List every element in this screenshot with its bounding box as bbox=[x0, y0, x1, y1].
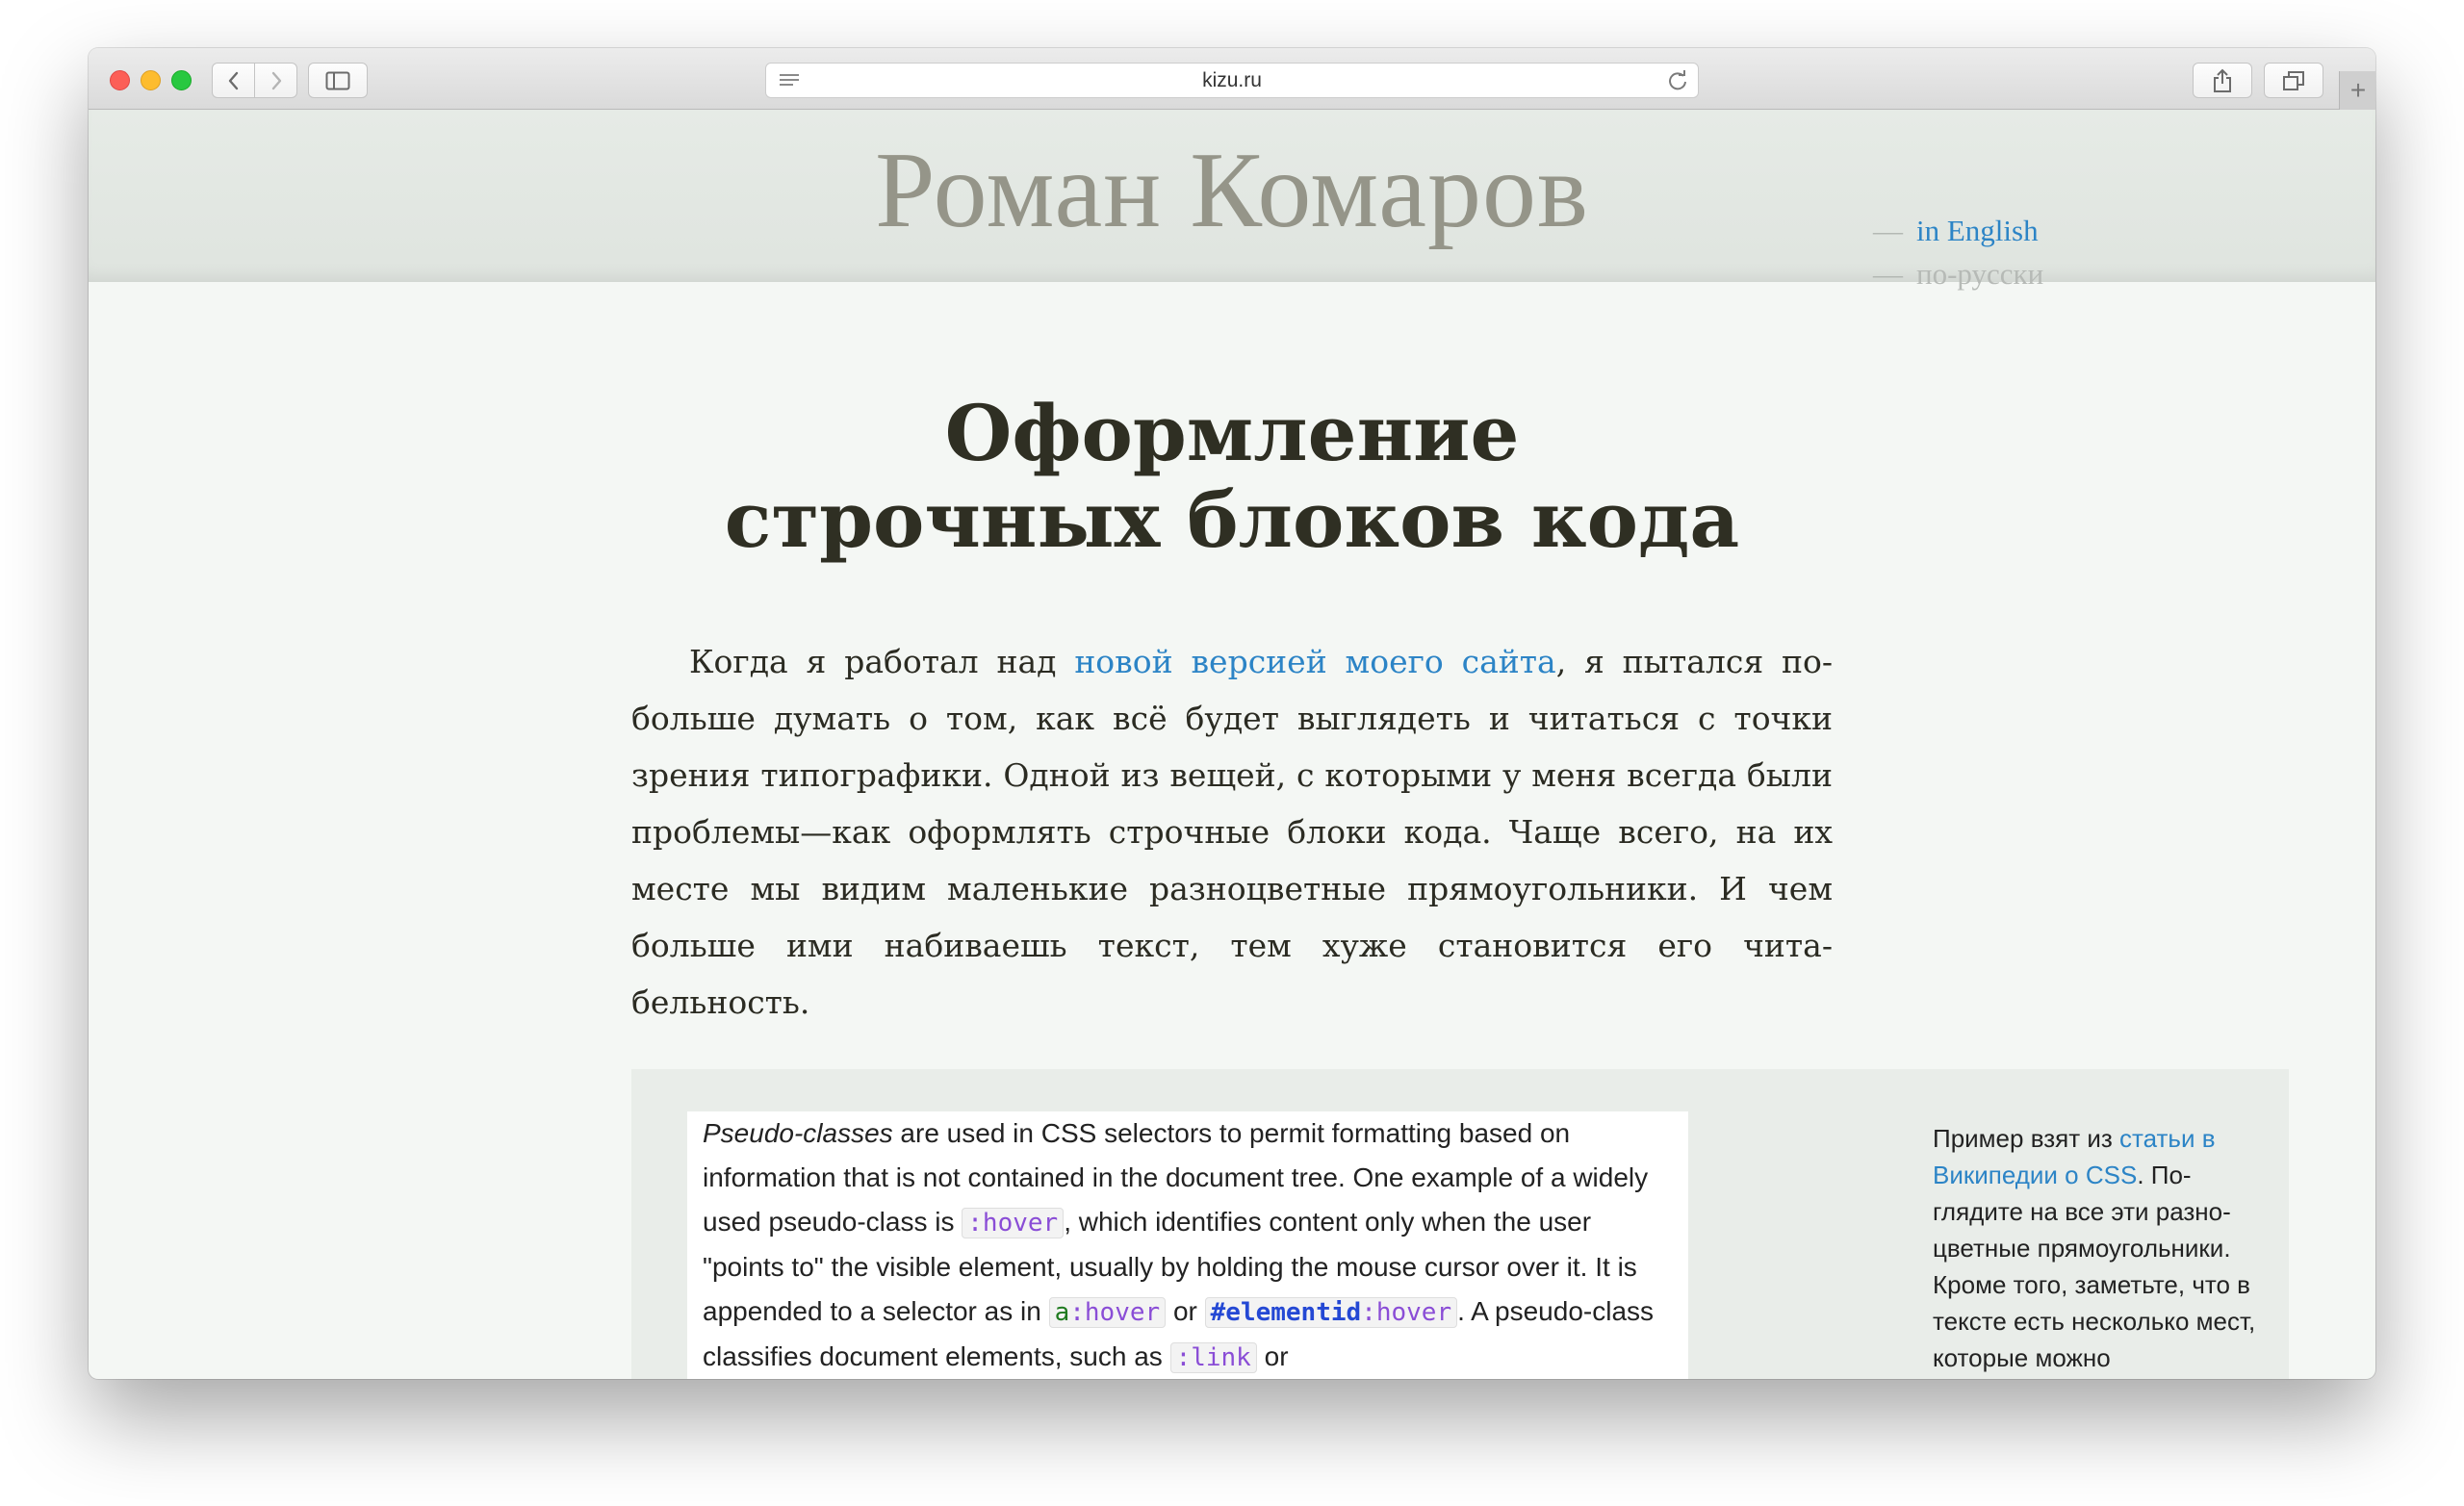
chevron-right-icon bbox=[271, 71, 281, 89]
lang-switch-russian: — по-русски bbox=[1873, 257, 2043, 292]
lang-dash: — bbox=[1873, 214, 1903, 247]
share-button[interactable] bbox=[2193, 63, 2252, 98]
tab-overview-button[interactable] bbox=[2264, 63, 2323, 98]
code-link: :link bbox=[1169, 1342, 1257, 1373]
aside-note: Пример взят из статьи в Википедии о CSS.… bbox=[1933, 1120, 2260, 1376]
lang-english-link[interactable]: in English bbox=[1916, 214, 2039, 247]
url-text: kizu.ru bbox=[1202, 68, 1262, 91]
zoom-window-button[interactable] bbox=[171, 70, 192, 90]
address-bar[interactable]: kizu.ru bbox=[765, 63, 1699, 98]
close-window-button[interactable] bbox=[110, 70, 130, 90]
example-block: Pseudo-classes are used in CSS selectors… bbox=[631, 1069, 2289, 1379]
intro-text-start: Когда я работал над bbox=[689, 643, 1075, 680]
chevron-left-icon bbox=[228, 71, 238, 89]
reload-icon[interactable] bbox=[1667, 70, 1688, 91]
code-a: a bbox=[1054, 1298, 1070, 1327]
back-button[interactable] bbox=[212, 63, 255, 98]
code-hover: :hover bbox=[962, 1208, 1065, 1238]
forward-button[interactable] bbox=[254, 63, 297, 98]
example-text-5: or bbox=[1256, 1341, 1289, 1371]
browser-window: kizu.ru + Роман Комаров — in English — по-… bbox=[89, 48, 2375, 1379]
tabs-icon bbox=[2283, 70, 2304, 90]
example-em: Pseudo-classes bbox=[703, 1118, 893, 1148]
code-elementid-hover: #elementid:hover bbox=[1204, 1297, 1458, 1328]
plus-icon: + bbox=[2349, 75, 2367, 105]
intro-paragraph: Когда я работал над новой версией моего … bbox=[631, 633, 1833, 1031]
example-text: Pseudo-classes are used in CSS selectors… bbox=[703, 1111, 1675, 1379]
new-site-version-link[interactable]: новой версией моего сайта bbox=[1074, 643, 1555, 680]
article-title: Оформление строчных блоков кода bbox=[89, 390, 2375, 563]
intro-text-rest: , я пытался по-больше думать о том, как … bbox=[631, 643, 1833, 1021]
share-icon bbox=[2214, 68, 2231, 92]
aside-text-start: Пример взят из bbox=[1933, 1124, 2120, 1153]
code-a-hover: a:hover bbox=[1048, 1297, 1167, 1328]
code-a-pseudo: :hover bbox=[1069, 1298, 1161, 1327]
example-screenshot: Pseudo-classes are used in CSS selectors… bbox=[687, 1111, 1688, 1379]
lang-dash: — bbox=[1873, 257, 1903, 291]
sidebar-icon bbox=[325, 71, 350, 89]
code-elementid: #elementid bbox=[1210, 1298, 1362, 1327]
code-elementid-pseudo: :hover bbox=[1361, 1298, 1452, 1327]
article-title-line-1: Оформление bbox=[944, 388, 1520, 478]
example-text-3: or bbox=[1166, 1296, 1205, 1326]
lang-russian-current: по-русски bbox=[1916, 257, 2044, 291]
site-header: Роман Комаров — in English — по-русски bbox=[89, 110, 2375, 291]
article-title-line-2: строчных блоков кода bbox=[724, 474, 1740, 565]
new-tab-button[interactable]: + bbox=[2339, 71, 2375, 110]
browser-toolbar: kizu.ru + bbox=[89, 48, 2375, 110]
reader-icon[interactable] bbox=[778, 72, 801, 89]
lang-switch-english[interactable]: — in English bbox=[1873, 214, 2039, 248]
minimize-window-button[interactable] bbox=[141, 70, 161, 90]
sidebar-toggle-button[interactable] bbox=[308, 63, 368, 98]
aside-text-rest: . По-глядите на все эти разно-цветные пр… bbox=[1933, 1161, 2256, 1372]
